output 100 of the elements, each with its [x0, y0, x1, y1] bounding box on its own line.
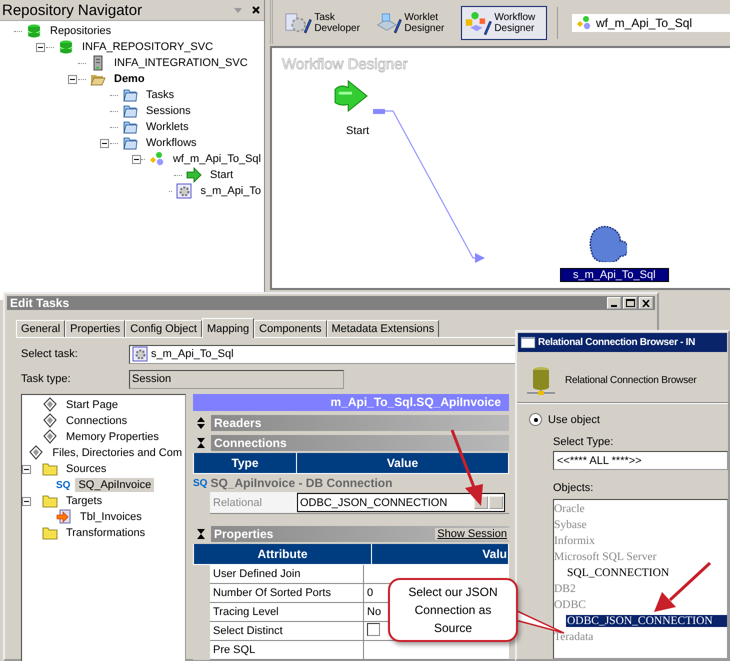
folder-icon	[122, 87, 138, 103]
column-header: Attribute	[194, 544, 372, 564]
table-cell: User Defined Join	[210, 565, 364, 584]
list-item[interactable]: ODBC	[554, 599, 586, 611]
tree-item[interactable]: Worklets	[143, 120, 192, 134]
maximize-button[interactable]	[623, 297, 637, 309]
close-button[interactable]	[639, 297, 653, 309]
tree-item[interactable]: Start Page	[63, 398, 121, 412]
tree-item[interactable]: INFA_REPOSITORY_SVC	[79, 40, 216, 54]
list-item[interactable]: DB2	[554, 583, 576, 595]
minimize-button[interactable]	[607, 297, 621, 309]
list-item[interactable]: Microsoft SQL Server	[554, 551, 656, 563]
tree-item[interactable]: Sessions	[143, 104, 194, 118]
folder-icon	[42, 525, 58, 541]
radio-label: Use object	[548, 414, 600, 426]
tree-item[interactable]: INFA_INTEGRATION_SVC	[111, 56, 251, 70]
column-header: Type	[194, 453, 296, 474]
gear-icon	[176, 183, 192, 199]
arrow-icon	[186, 167, 202, 183]
list-item[interactable]: ODBC_JSON_CONNECTION	[566, 615, 727, 627]
tab[interactable]: Properties	[65, 320, 126, 337]
tab[interactable]: Mapping	[202, 318, 254, 338]
column-header: Valu	[372, 544, 508, 564]
table-cell: Tracing Level	[210, 602, 364, 622]
list-item[interactable]: Informix	[554, 535, 595, 547]
dialog-heading: Relational Connection Browser	[565, 375, 696, 386]
tree-item[interactable]: SQ_ApiInvoice	[75, 478, 154, 492]
tree-item[interactable]: Demo	[111, 72, 148, 86]
collapse-icon[interactable]	[68, 74, 77, 84]
tree-item[interactable]: Tbl_Invoices	[77, 510, 145, 524]
tree-item[interactable]: Tasks	[143, 88, 178, 102]
shapes-pencil-icon	[464, 9, 494, 37]
tree-item[interactable]: Workflows	[143, 136, 200, 150]
tree-item[interactable]: s_m_Api_To	[197, 184, 264, 198]
tree-item[interactable]: Memory Properties	[63, 430, 162, 444]
node-label[interactable]: s_m_Api_To_Sql	[560, 268, 669, 282]
puzzle-icon[interactable]	[587, 224, 627, 262]
maximize-icon	[626, 299, 634, 307]
table-cell: Relational	[210, 492, 297, 514]
list-item[interactable]: Oracle	[554, 503, 585, 515]
folder-icon	[42, 493, 58, 509]
sq-label: SQ	[56, 480, 70, 490]
list-item[interactable]: Sybase	[554, 519, 587, 531]
table-cell: Number Of Sorted Ports	[210, 584, 364, 602]
toolbar-button[interactable]: Workflow Designer	[461, 6, 547, 40]
tree-item[interactable]: Transformations	[63, 526, 148, 540]
panel-title: Repository Navigator	[2, 2, 144, 18]
workflow-icon	[148, 151, 165, 167]
list-item[interactable]: Teradata	[554, 631, 594, 643]
node-label[interactable]: Start	[334, 125, 382, 137]
table-cell: 0	[367, 587, 374, 599]
checkbox[interactable]	[367, 623, 380, 636]
tab[interactable]: Config Object	[125, 320, 202, 337]
field-label: Select task:	[21, 348, 79, 360]
section-header: Readers	[211, 415, 509, 431]
connection-field[interactable]: ODBC_JSON_CONNECTION	[297, 493, 505, 512]
diamond-icon	[42, 413, 58, 429]
close-icon	[642, 300, 650, 306]
diamond-icon	[42, 397, 58, 413]
gear-icon	[132, 346, 148, 362]
task-type-field: Session	[129, 370, 344, 388]
collapse-icon[interactable]	[132, 154, 141, 164]
window-icon	[521, 337, 535, 348]
folder-icon	[122, 103, 138, 119]
tree-item[interactable]: Connections	[63, 414, 130, 428]
collapse-icon[interactable]	[36, 42, 45, 52]
callout: Select our JSON Connection as Source	[388, 578, 518, 642]
field-label: Objects:	[553, 482, 594, 494]
list-item[interactable]: SQL_CONNECTION	[566, 567, 670, 579]
diamond-icon	[28, 445, 44, 461]
arrow-icon	[56, 509, 72, 525]
database-icon	[26, 23, 42, 39]
table-cell: Select Distinct	[210, 622, 364, 640]
tree-item[interactable]: Sources	[63, 462, 110, 476]
tab[interactable]: General	[16, 320, 66, 337]
collapse-icon[interactable]	[22, 496, 31, 506]
folder-icon	[122, 135, 138, 151]
field-label: Select Type:	[553, 436, 614, 448]
tree-item[interactable]: wf_m_Api_To_Sql	[170, 152, 264, 166]
tree-item[interactable]: Repositories	[47, 24, 114, 38]
select-type-field[interactable]: <<**** ALL ****>>	[553, 451, 728, 470]
tab[interactable]: Metadata Extensions	[326, 320, 440, 337]
section-header: Connections	[211, 435, 509, 451]
radio-button[interactable]	[529, 413, 542, 426]
tree-item[interactable]: Targets	[63, 494, 106, 508]
table-cell: No	[367, 606, 382, 618]
toolbar-button[interactable]: Task Developer	[281, 6, 367, 40]
tab[interactable]: Components	[254, 320, 327, 337]
folder-icon	[42, 461, 58, 477]
toolbar-button[interactable]: Worklet Designer	[371, 6, 457, 40]
tree-item[interactable]: Files, Directories and Com	[49, 446, 185, 460]
column-header: Value	[296, 453, 508, 474]
collapse-icon[interactable]	[22, 464, 31, 474]
show-session-link[interactable]: Show Session	[435, 528, 509, 540]
tree-item[interactable]: Start	[207, 168, 236, 182]
section-header: Properties	[214, 527, 274, 541]
collapse-icon[interactable]	[100, 138, 109, 148]
close-icon[interactable]	[252, 6, 260, 14]
workflow-field[interactable]: wf_m_Api_To_Sql	[572, 14, 730, 32]
sq-label: SQ	[193, 478, 208, 488]
